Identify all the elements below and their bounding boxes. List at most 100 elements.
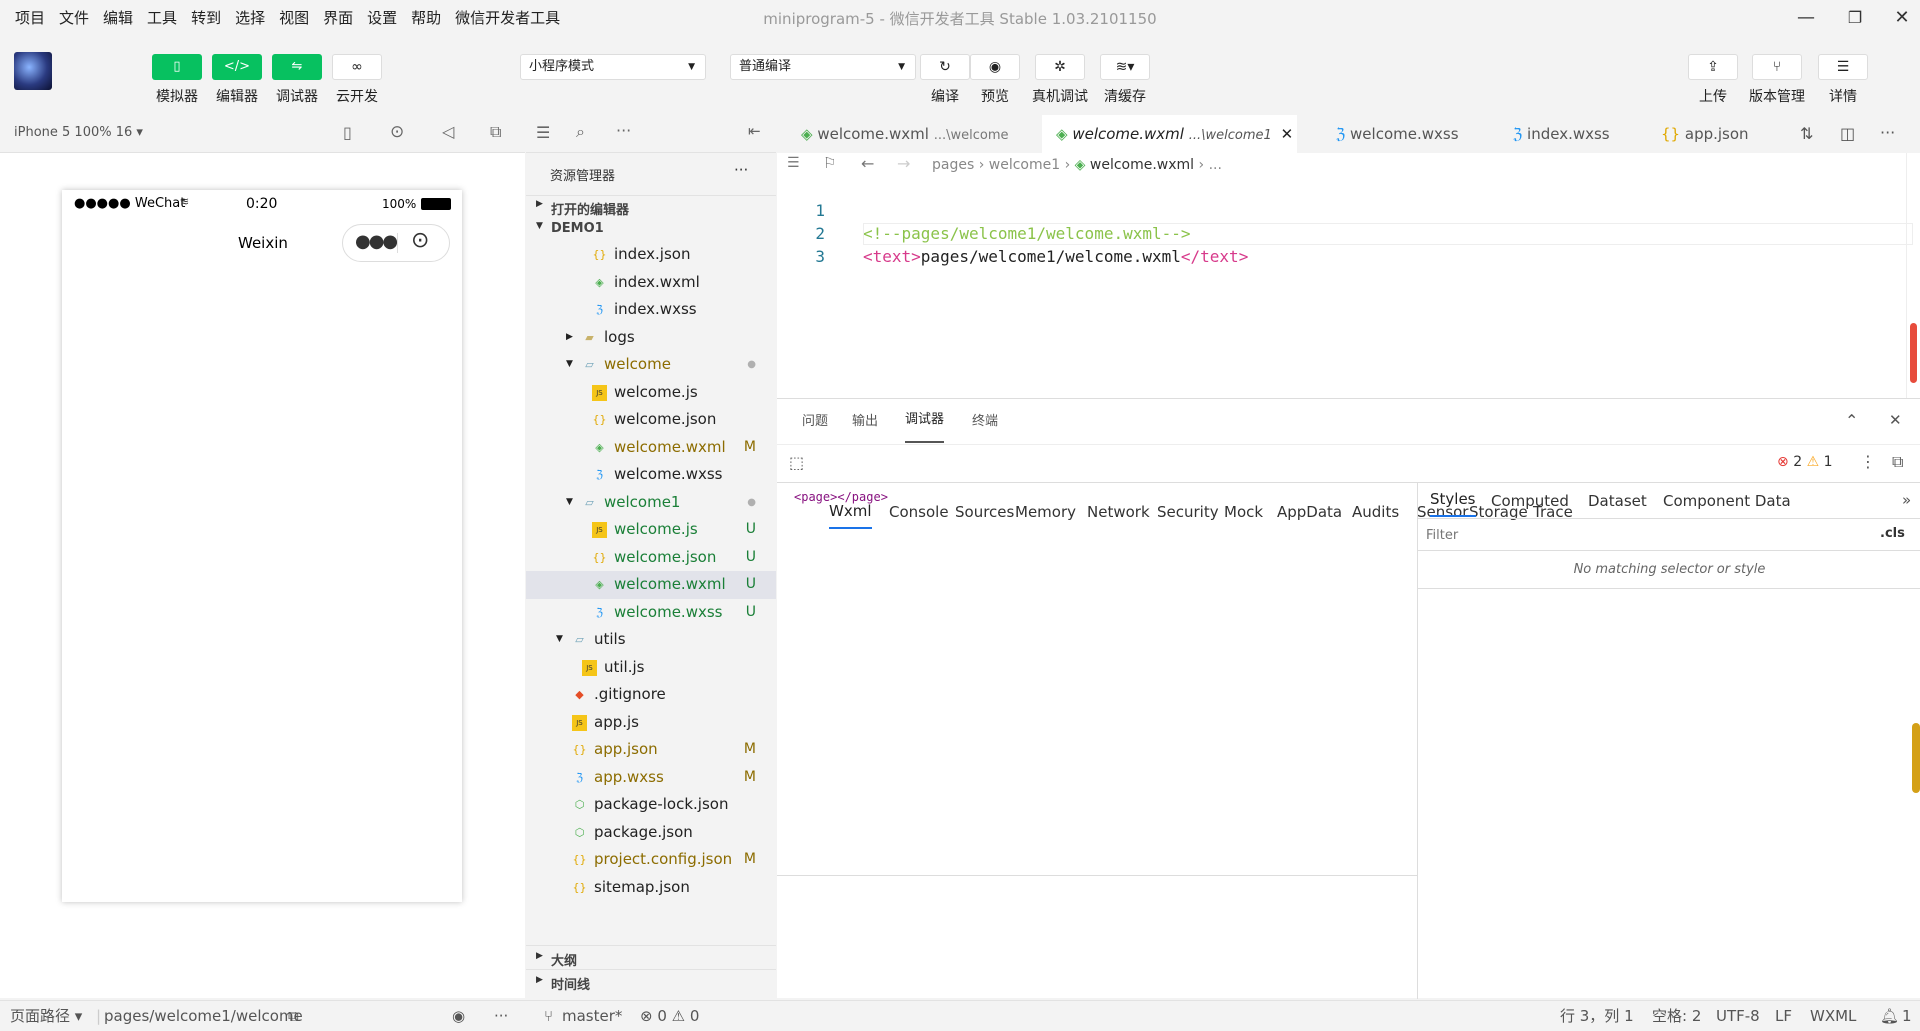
version-button[interactable]: ⑂ <box>1752 54 1802 80</box>
more-dots-icon[interactable]: ●●● <box>355 231 398 252</box>
more-icon[interactable]: ··· <box>1880 123 1895 142</box>
back-icon[interactable]: ← <box>861 154 874 173</box>
list-icon[interactable]: ☰ <box>787 155 800 171</box>
editor-scrollbar[interactable] <box>1906 153 1920 398</box>
indentation[interactable]: 空格: 2 <box>1652 1001 1701 1031</box>
bookmark-icon[interactable]: ⚐ <box>823 154 836 172</box>
simulator-button[interactable]: ▯ <box>152 54 202 80</box>
tab-terminal[interactable]: 终端 <box>972 399 998 445</box>
breadcrumb-item[interactable]: welcome1 <box>989 157 1060 173</box>
tree-file[interactable]: {} welcome.json <box>526 406 776 434</box>
cloud-button[interactable]: ∞ <box>332 54 382 80</box>
panel-tab-security[interactable]: Security <box>1157 495 1219 529</box>
panel-tab-appdata[interactable]: AppData <box>1277 495 1342 529</box>
menu-item-6[interactable]: 视图 <box>272 0 316 36</box>
panel-tab-sources[interactable]: Sources <box>955 495 1014 529</box>
tree-file[interactable]: ℨwelcome.wxss U <box>526 599 776 627</box>
close-circle-icon[interactable]: ⊙ <box>411 228 429 253</box>
open-editors-section[interactable]: ▶ 打开的编辑器 <box>526 195 776 218</box>
tab-welcome-wxss[interactable]: ℨ welcome.wxss <box>1322 115 1482 153</box>
timeline-section[interactable]: ▶ 时间线 <box>526 969 776 993</box>
project-section[interactable]: ▼ DEMO1 <box>526 218 776 240</box>
window-icon[interactable]: ⧉ <box>490 122 501 142</box>
tab-styles[interactable]: Styles <box>1430 483 1476 517</box>
menu-item-7[interactable]: 界面 <box>316 0 360 36</box>
compare-icon[interactable]: ⇅ <box>1800 124 1813 143</box>
compile-button[interactable]: ↻ <box>920 54 970 80</box>
avatar[interactable] <box>14 52 52 90</box>
tree-folder[interactable]: ▼ ▱ utils <box>526 626 776 654</box>
panel-tab-memory[interactable]: Memory <box>1015 495 1076 529</box>
more-icon[interactable]: ··· <box>494 1001 508 1031</box>
tree-file[interactable]: ◆ .gitignore <box>526 681 776 709</box>
tree-file[interactable]: JS app.js <box>526 709 776 737</box>
menu-item-5[interactable]: 选择 <box>228 0 272 36</box>
tree-file[interactable]: {} project.config.json M <box>526 846 776 874</box>
more-icon[interactable]: ··· <box>616 121 631 140</box>
editor-button[interactable]: </> <box>212 54 262 80</box>
phone-icon[interactable]: ▯ <box>343 123 352 142</box>
tree-file[interactable]: ⬡ package-lock.json <box>526 791 776 819</box>
eye-icon[interactable]: ◉ <box>452 1001 465 1031</box>
mode-select[interactable]: 小程序模式 ▼ <box>520 54 706 80</box>
tree-folder[interactable]: ▼ ▱ welcome1 ● <box>526 489 776 517</box>
menu-item-9[interactable]: 帮助 <box>404 0 448 36</box>
panel-tab-network[interactable]: Network <box>1087 495 1150 529</box>
debugger-button[interactable]: ⇋ <box>272 54 322 80</box>
line-ending[interactable]: LF <box>1775 1001 1792 1031</box>
encoding[interactable]: UTF-8 <box>1716 1001 1760 1031</box>
menu-item-0[interactable]: 项目 <box>8 0 52 36</box>
phone-screen[interactable]: ●●●●● WeChat ≋ 0:20 100% Weixin ●●● ⊙ <box>62 190 462 902</box>
minimize-icon[interactable]: — <box>1794 6 1818 30</box>
real-debug-button[interactable]: ✲ <box>1035 54 1085 80</box>
menu-item-4[interactable]: 转到 <box>184 0 228 36</box>
inspect-icon[interactable]: ⬚ <box>789 453 804 472</box>
device-select[interactable]: iPhone 5 100% 16 ▾ <box>14 125 143 140</box>
capsule-menu[interactable]: ●●● ⊙ <box>342 224 450 262</box>
scrollbar-thumb[interactable] <box>1912 723 1920 793</box>
close-icon[interactable]: ✕ <box>1890 6 1914 30</box>
error-count[interactable]: ⊗ 2 ⚠ 1 <box>1777 454 1833 470</box>
preview-button[interactable]: ◉ <box>970 54 1020 80</box>
wxml-tree[interactable]: <page></page> <box>794 483 888 511</box>
tree-file[interactable]: ◈ welcome.wxml M <box>526 434 776 462</box>
explorer-more-icon[interactable]: ··· <box>734 161 748 179</box>
cursor-position[interactable]: 行 3，列 1 <box>1560 1001 1634 1031</box>
bell-icon[interactable]: 🔔︎ <box>1880 1001 1899 1031</box>
page-path-select[interactable]: 页面路径 ▾ <box>10 1001 82 1031</box>
scrollbar-thumb[interactable] <box>1910 323 1917 383</box>
details-button[interactable]: ☰ <box>1818 54 1868 80</box>
collapse-panel-icon[interactable]: ⇤ <box>748 122 761 140</box>
upload-button[interactable]: ⇪ <box>1688 54 1738 80</box>
outline-section[interactable]: ▶ 大纲 <box>526 945 776 969</box>
filter-input[interactable] <box>1426 523 1776 547</box>
record-icon[interactable]: ⊙ <box>390 122 404 142</box>
search-icon[interactable]: ⌕ <box>576 122 585 142</box>
menu-item-2[interactable]: 编辑 <box>96 0 140 36</box>
tree-file[interactable]: JS welcome.js <box>526 379 776 407</box>
list-icon[interactable]: ☰ <box>536 123 550 142</box>
tab-debugger[interactable]: 调试器 <box>905 399 945 443</box>
breadcrumb-item[interactable]: welcome.wxml <box>1090 157 1194 173</box>
chevrons-right-icon[interactable]: » <box>1902 491 1911 509</box>
code-editor[interactable]: ☰ ⚐ ← → pages › welcome1 › ◈ welcome.wxm… <box>777 153 1920 398</box>
tab-dataset[interactable]: Dataset <box>1588 483 1647 519</box>
tab-welcome1-wxml[interactable]: ◈ welcome.wxml ...\welcome1 ✕ <box>1042 115 1297 153</box>
restore-icon[interactable]: ❐ <box>1843 6 1867 30</box>
tree-file[interactable]: ⬡ package.json <box>526 819 776 847</box>
tree-file[interactable]: {} sitemap.json <box>526 874 776 902</box>
tree-file[interactable]: {} index.json <box>526 241 776 269</box>
clear-cache-button[interactable]: ≋▾ <box>1100 54 1150 80</box>
close-panel-icon[interactable]: ✕ <box>1889 411 1902 429</box>
kebab-icon[interactable]: ⋮ <box>1860 452 1876 471</box>
tree-file[interactable]: {} app.json M <box>526 736 776 764</box>
tree-file[interactable]: JS util.js <box>526 654 776 682</box>
copy-icon[interactable]: ⧉ <box>288 1001 299 1031</box>
compile-select[interactable]: 普通编译 ▼ <box>730 54 916 80</box>
tab-index-wxss[interactable]: ℨ index.wxss <box>1499 115 1629 153</box>
panel-tab-mock[interactable]: Mock <box>1224 495 1263 529</box>
dock-icon[interactable]: ⧉ <box>1892 452 1903 472</box>
breadcrumb-item[interactable]: ... <box>1209 157 1222 173</box>
tree-folder[interactable]: ▼ ▱ welcome ● <box>526 351 776 379</box>
git-branch[interactable]: master* <box>562 1001 622 1031</box>
